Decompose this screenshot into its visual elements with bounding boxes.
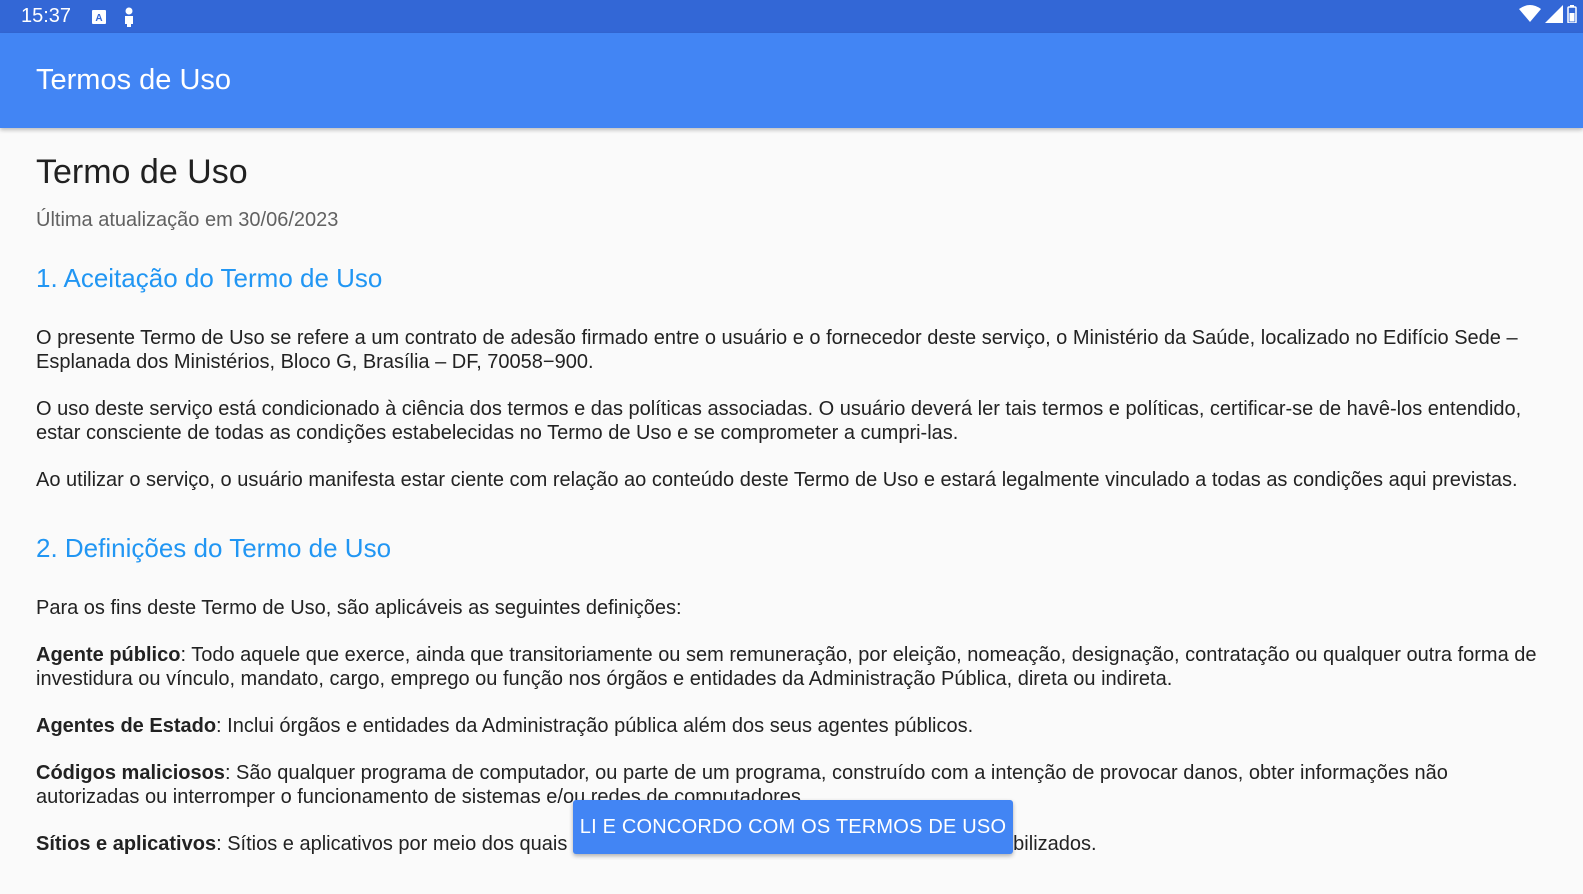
- last-updated-text: Última atualização em 30/06/2023: [36, 209, 339, 231]
- section-title: 1. Aceitação do Termo de Uso: [36, 263, 383, 293]
- paragraph: Ao utilizar o serviço, o usuário manifes…: [36, 469, 1518, 491]
- accept-terms-button[interactable]: LI E CONCORDO COM OS TERMOS DE USO: [573, 800, 1013, 854]
- paragraph: O uso deste serviço está condicionado à …: [36, 398, 1522, 444]
- status-right-icons: [1519, 0, 1577, 33]
- app-bar-title: Termos de Uso: [36, 64, 232, 96]
- app-bar: Termos de Uso: [0, 33, 1583, 128]
- paragraph: Para os fins deste Termo de Uso, são apl…: [36, 597, 682, 619]
- status-time: 15:37: [21, 5, 72, 27]
- definition-term: Agente público: [36, 644, 181, 666]
- a-notification-icon: A: [91, 9, 107, 25]
- paragraph: O presente Termo de Uso se refere a um c…: [36, 327, 1518, 373]
- person-notification-icon: [123, 7, 135, 27]
- wifi-icon: [1519, 5, 1541, 28]
- section-title: 2. Definições do Termo de Uso: [36, 533, 392, 563]
- definition-term: Sítios e aplicativos: [36, 833, 217, 855]
- terms-content[interactable]: Termo de Uso Última atualização em 30/06…: [36, 128, 1551, 894]
- definition-text: : Todo aquele que exerce, ainda que tran…: [36, 644, 1537, 690]
- status-bar: 15:37 A: [0, 0, 1583, 33]
- definition-term: Agentes de Estado: [36, 715, 217, 737]
- signal-icon: [1545, 5, 1563, 28]
- battery-icon: [1567, 5, 1577, 28]
- section-acceptance: 1. Aceitação do Termo de Uso O presente …: [36, 262, 1551, 492]
- document-title: Termo de Uso: [36, 153, 248, 191]
- definition-term: Códigos maliciosos: [36, 762, 225, 784]
- definition-item: Agentes de Estado: Inclui órgãos e entid…: [36, 714, 1551, 738]
- definition-text: : Inclui órgãos e entidades da Administr…: [216, 715, 974, 737]
- svg-text:A: A: [95, 13, 102, 24]
- definition-item: Agente público: Todo aquele que exerce, …: [36, 643, 1551, 691]
